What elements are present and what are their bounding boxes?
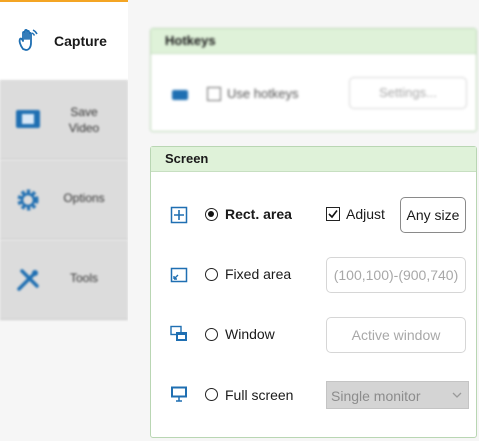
full-screen-radio[interactable]: [205, 388, 218, 401]
fixed-area-radio[interactable]: [205, 268, 218, 281]
window-icon: [170, 325, 187, 341]
hotkeys-group: Hotkeys Use hotkeys Settings...: [150, 28, 477, 132]
tab-options-label: Options: [63, 191, 105, 205]
tab-save-video[interactable]: Save Video: [0, 80, 128, 160]
gear-icon: [17, 189, 39, 211]
fixed-area-coords-button[interactable]: (100,100)-(900,740): [326, 257, 466, 293]
window-radio[interactable]: [205, 328, 218, 341]
monitor-select[interactable]: Single monitor: [326, 381, 469, 409]
fixed-area-icon: [170, 267, 188, 283]
use-hotkeys-label: Use hotkeys: [227, 86, 299, 101]
tab-tools-label: Tools: [69, 271, 98, 285]
adjust-label: Adjust: [346, 206, 385, 222]
tab-tools[interactable]: Tools: [0, 240, 128, 320]
rect-area-icon: [170, 206, 188, 224]
any-size-button[interactable]: Any size: [400, 197, 466, 233]
monitor-icon: [171, 386, 187, 402]
hotkeys-header: Hotkeys: [151, 29, 476, 54]
fixed-area-label: Fixed area: [225, 266, 292, 282]
adjust-checkbox[interactable]: [326, 207, 340, 221]
chevron-down-icon: [452, 392, 462, 398]
film-icon: [16, 110, 40, 128]
tab-save-video-label: Save Video: [68, 105, 100, 135]
screen-group: Screen Rect. area Adjust Any size Fixed …: [150, 146, 477, 438]
hotkeys-settings-button[interactable]: Settings...: [349, 77, 467, 109]
tab-capture[interactable]: Capture: [0, 0, 128, 80]
active-window-button[interactable]: Active window: [326, 317, 466, 353]
hand-icon: [18, 28, 38, 51]
checkmark-icon: [328, 210, 338, 219]
monitor-select-value: Single monitor: [331, 388, 421, 404]
tab-options[interactable]: Options: [0, 160, 128, 240]
rect-area-radio[interactable]: [205, 208, 218, 221]
screen-header: Screen: [151, 147, 476, 172]
tools-icon: [17, 269, 39, 291]
tab-capture-label: Capture: [54, 33, 107, 49]
full-screen-label: Full screen: [225, 387, 294, 403]
use-hotkeys-checkbox[interactable]: [207, 87, 221, 101]
rect-area-label: Rect. area: [225, 206, 292, 222]
window-label: Window: [225, 326, 275, 342]
capture-panel: Hotkeys Use hotkeys Settings... Screen R…: [128, 0, 479, 441]
sidebar: Capture Save Video Options Tools: [0, 0, 128, 441]
keyboard-icon: [172, 90, 188, 100]
